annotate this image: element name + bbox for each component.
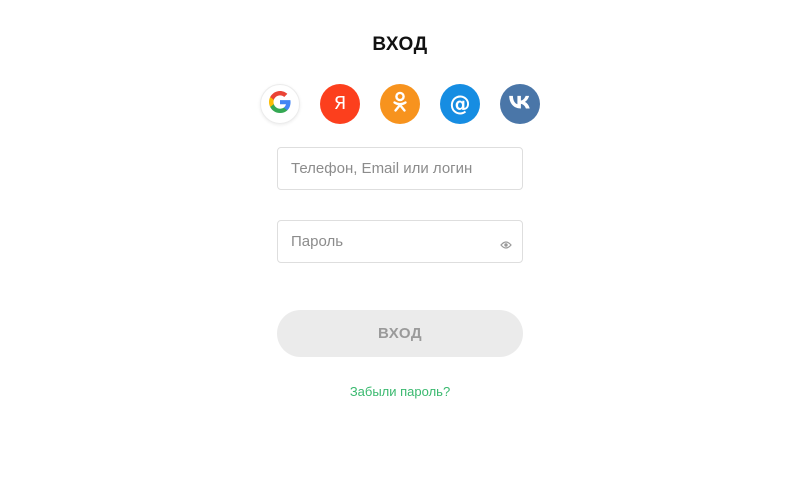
login-button[interactable]: ВХОД: [277, 310, 523, 357]
page-title: ВХОД: [372, 34, 428, 55]
login-input[interactable]: [278, 148, 522, 189]
google-login-button[interactable]: [260, 84, 300, 124]
odnoklassniki-login-button[interactable]: [380, 84, 420, 124]
password-input[interactable]: [278, 221, 522, 262]
show-password-eye-icon[interactable]: [500, 237, 512, 249]
login-page: ВХОД Я @ Телефон, Email или логин ВХОД З…: [0, 0, 800, 480]
vk-login-button[interactable]: [500, 84, 540, 124]
mail-login-button[interactable]: @: [440, 84, 480, 124]
password-field: [277, 220, 523, 263]
google-icon: [269, 90, 291, 118]
odnoklassniki-icon: [391, 91, 409, 118]
social-login-row: Я @: [260, 84, 540, 124]
mail-icon: @: [449, 91, 471, 116]
login-field: [277, 147, 523, 190]
yandex-icon: Я: [333, 93, 347, 114]
vk-icon: [509, 95, 531, 114]
forgot-password-link[interactable]: Забыли пароль?: [0, 384, 800, 399]
yandex-login-button[interactable]: Я: [320, 84, 360, 124]
